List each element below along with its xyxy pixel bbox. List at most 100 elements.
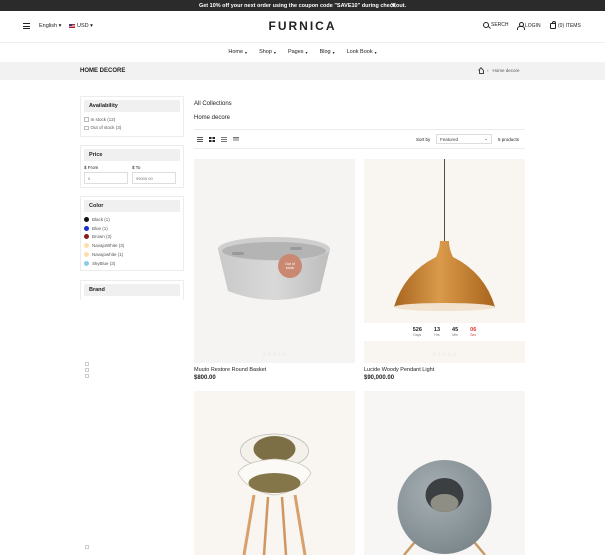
color-swatch[interactable] (84, 252, 89, 258)
color-label: SkyBlue (3) (92, 260, 116, 266)
color-filter: Color Black (1) Blue (1) Brown (3) NavajoWh… (80, 196, 184, 271)
sort-value: Featured (440, 136, 459, 142)
checkbox[interactable] (85, 368, 89, 372)
product-count: 5 products (498, 137, 520, 142)
product-image[interactable]: 526 Days 13 Hrs 45 Min 06 Sec (364, 159, 525, 363)
nav-item-home[interactable]: Home ▾ (228, 49, 247, 55)
product-image[interactable] (364, 391, 525, 555)
nav-item-shop[interactable]: Shop ▾ (259, 49, 276, 55)
option-label: In stock (12) (90, 116, 116, 122)
color-option[interactable]: NavajoWhite (3) (81, 241, 183, 250)
color-title[interactable]: Color (84, 200, 180, 212)
product-title[interactable]: Muuto Restore Round Basket (194, 367, 266, 373)
sort-select[interactable]: Featured ⌄ (436, 134, 492, 144)
site-logo[interactable]: FURNICA (0, 19, 605, 33)
announcement-bar: Get 10% off your next order using the co… (0, 0, 605, 11)
chevron-down-icon: ▾ (305, 49, 308, 55)
availability-title[interactable]: Availability (84, 100, 180, 112)
product-card[interactable] (364, 391, 525, 555)
checkbox[interactable] (85, 545, 89, 549)
home-icon[interactable] (478, 68, 484, 74)
nav-label: Pages (287, 49, 304, 55)
color-option[interactable]: Navajowhite (1) (81, 250, 183, 259)
color-label: Black (1) (92, 216, 110, 222)
chevron-down-icon: ▾ (245, 49, 248, 55)
page-title: HOME DECORE (80, 68, 126, 74)
nav-label: Blog (319, 49, 331, 55)
checkbox[interactable] (84, 117, 89, 122)
product-toolbar: Sort by Featured ⌄ 5 products (194, 129, 525, 149)
price-to-label: $ To (132, 165, 141, 170)
color-label: Blue (1) (92, 225, 108, 231)
countdown-unit: Sec (470, 333, 477, 337)
nav-item-lookbook[interactable]: Look Book ▾ (347, 49, 377, 55)
product-price: $800.00 (194, 375, 216, 381)
countdown-unit: Days (413, 333, 422, 337)
color-swatch[interactable] (84, 216, 89, 222)
color-option[interactable]: Brown (3) (81, 233, 183, 242)
nav-label: Home (228, 49, 244, 55)
list-view-icon[interactable] (197, 137, 203, 142)
sort-label: Sort by (416, 137, 431, 142)
badge-line: stock (285, 266, 295, 270)
announcement-text: Get 10% off your next order using the co… (198, 2, 407, 9)
countdown-unit: Min (452, 333, 458, 337)
nav-item-pages[interactable]: Pages ▾ (288, 49, 308, 55)
nav-label: Shop (259, 49, 272, 55)
search-label: SERCH (491, 22, 509, 28)
out-of-stock-option[interactable]: Out of stock (3) (81, 124, 183, 133)
collection-link[interactable]: All Collections (194, 101, 232, 107)
checkbox[interactable] (85, 374, 89, 378)
color-option[interactable]: Blue (1) (81, 224, 183, 233)
product-price: $90,000.00 (364, 375, 395, 381)
brand-title[interactable]: Brand (84, 284, 180, 296)
chair-image (237, 433, 312, 555)
breadcrumb-current: Home decore (492, 68, 520, 73)
bag-icon (550, 21, 556, 29)
nav-item-blog[interactable]: Blog ▾ (320, 49, 335, 55)
nav-label: Look Book (346, 49, 373, 55)
user-icon (517, 22, 525, 30)
product-card[interactable]: 526 Days 13 Hrs 45 Min 06 Sec ☆☆☆☆☆ Lucide W… (364, 159, 525, 389)
price-filter: Price $ From $ To (80, 145, 184, 188)
price-title[interactable]: Price (84, 149, 180, 161)
color-swatch[interactable] (84, 243, 89, 249)
product-image[interactable]: Out of stock (194, 159, 355, 363)
close-icon[interactable]: ✕ (390, 1, 397, 10)
color-label: Brown (3) (92, 234, 112, 240)
grid-view-icon[interactable] (209, 137, 215, 142)
search-button[interactable]: SERCH (483, 22, 509, 28)
compact-list-icon[interactable] (233, 137, 239, 142)
checkbox[interactable] (84, 125, 89, 130)
color-swatch[interactable] (84, 225, 89, 231)
countdown-unit: Hrs (434, 333, 440, 337)
color-label: NavajoWhite (3) (92, 243, 125, 249)
brand-filter: Brand (80, 280, 184, 300)
price-from-input[interactable] (84, 172, 128, 184)
cart-label: (0) ITEMS (558, 22, 581, 29)
color-option[interactable]: Black (1) (81, 215, 183, 224)
list-view-icon[interactable] (221, 137, 227, 142)
breadcrumb-separator: › (487, 68, 489, 73)
cart-button[interactable]: (0) ITEMS (550, 21, 581, 29)
product-card[interactable]: Out of stock ☆☆☆☆☆ Muuto Restore Round B… (194, 159, 355, 389)
color-swatch[interactable] (84, 260, 89, 266)
option-label: Out of stock (3) (90, 125, 122, 131)
cat-pod-image (397, 460, 492, 555)
color-swatch[interactable] (84, 234, 89, 240)
login-label: LOGIN (525, 22, 541, 29)
login-button[interactable]: LOGIN (517, 22, 541, 30)
deal-countdown: 526 Days 13 Hrs 45 Min 06 Sec (364, 323, 525, 341)
product-card[interactable] (194, 391, 355, 555)
product-title[interactable]: Lucide Woody Pendant Light (364, 367, 434, 373)
in-stock-option[interactable]: In stock (12) (81, 115, 183, 124)
basket-image (218, 237, 330, 300)
chevron-down-icon: ▾ (332, 49, 335, 55)
price-to-input[interactable] (132, 172, 176, 184)
collection-title: Home decore (194, 115, 231, 121)
breadcrumb-path: › Home decore (478, 68, 520, 74)
product-image[interactable] (194, 391, 355, 555)
checkbox[interactable] (85, 362, 89, 366)
chevron-down-icon: ▾ (374, 49, 377, 55)
color-option[interactable]: SkyBlue (3) (81, 259, 183, 268)
